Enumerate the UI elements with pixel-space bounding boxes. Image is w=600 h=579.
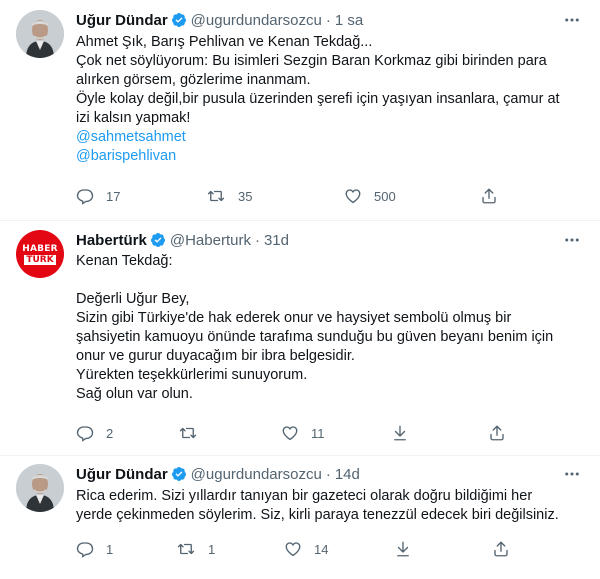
tweet-actions: 2 11: [76, 423, 576, 443]
reply-icon: [76, 542, 94, 558]
reply-icon: [76, 426, 94, 442]
retweet-icon: [177, 543, 195, 555]
retweet-button[interactable]: 1: [176, 539, 215, 559]
verified-badge-icon: [150, 232, 166, 248]
download-icon: [394, 425, 406, 441]
like-button[interactable]: 14: [284, 539, 328, 559]
timeline: Uğur Dündar @ugurdundarsozcu · 1 sa Ahme…: [0, 0, 600, 579]
like-count: 14: [314, 541, 329, 557]
tweet-text-line: Kenan Tekdağ:: [76, 253, 173, 269]
download-button[interactable]: [391, 423, 409, 443]
more-icon[interactable]: [562, 230, 582, 250]
download-icon: [397, 541, 409, 557]
share-icon: [494, 541, 508, 557]
like-icon: [282, 426, 298, 441]
author-handle[interactable]: @ugurdundarsozcu: [191, 466, 322, 483]
tweet-header: Habertürk @Haberturk · 31d: [76, 230, 289, 250]
tweet-text-line: Sağ olun var olun.: [76, 386, 193, 402]
retweet-icon: [179, 427, 197, 439]
verified-badge-icon: [171, 466, 187, 482]
tweet-header: Uğur Dündar @ugurdundarsozcu · 14d: [76, 464, 360, 484]
tweet-text-line: şahsiyetin kamuoyu önünde tarafıma sundu…: [76, 329, 554, 345]
reply-button[interactable]: 2: [76, 423, 113, 443]
share-icon: [490, 425, 504, 441]
download-button[interactable]: [394, 539, 412, 559]
avatar-logo-text: TÜRK: [24, 254, 56, 265]
avatar[interactable]: [16, 464, 64, 512]
retweet-count: 1: [208, 541, 216, 557]
like-count: 11: [311, 425, 325, 441]
tweet-text-line: yerde çekinmeden söylerim. Siz, kirli pa…: [76, 507, 559, 523]
tweet-time[interactable]: 31d: [264, 232, 289, 249]
author-handle[interactable]: @Haberturk: [170, 232, 251, 249]
separator-dot: ·: [254, 231, 260, 249]
tweet-text: Kenan Tekdağ: Değerli Uğur Bey, Sizin gi…: [76, 252, 586, 404]
tweet-text-line: Değerli Uğur Bey,: [76, 291, 190, 307]
tweet-dundar-2[interactable]: Uğur Dündar @ugurdundarsozcu · 14d Rica …: [0, 0, 600, 558]
like-icon: [285, 542, 301, 557]
author-name[interactable]: Habertürk: [76, 232, 147, 249]
like-button[interactable]: 11: [281, 423, 325, 443]
retweet-button[interactable]: [178, 423, 210, 443]
avatar-portrait-icon: [16, 464, 64, 512]
tweet-text: Rica ederim. Sizi yıllardır tanıyan bir …: [76, 487, 586, 525]
reply-count: 2: [106, 425, 114, 441]
tweet-text-line: onur ve gurur duyacağım bir ibra belgesi…: [76, 348, 355, 364]
share-button[interactable]: [492, 539, 510, 559]
separator-dot: ·: [325, 465, 331, 483]
author-name[interactable]: Uğur Dündar: [76, 466, 168, 483]
tweet-text-line: Rica ederim. Sizi yıllardır tanıyan bir …: [76, 488, 533, 504]
avatar[interactable]: HABER TÜRK: [16, 230, 64, 278]
tweet-text-line: Sizin gibi Türkiye'de hak ederek onur ve…: [76, 310, 512, 326]
share-button[interactable]: [488, 423, 506, 443]
tweet-time[interactable]: 14d: [335, 466, 360, 483]
reply-count: 1: [106, 541, 114, 557]
tweet-text-line: Yürekten teşekkürlerimi sunuyorum.: [76, 367, 308, 383]
tweet-divider: [0, 455, 600, 456]
reply-button[interactable]: 1: [76, 539, 113, 559]
more-icon[interactable]: [562, 464, 582, 484]
tweet-actions: 1 1 14: [76, 539, 576, 559]
avatar-logo-text: HABER: [22, 243, 58, 254]
